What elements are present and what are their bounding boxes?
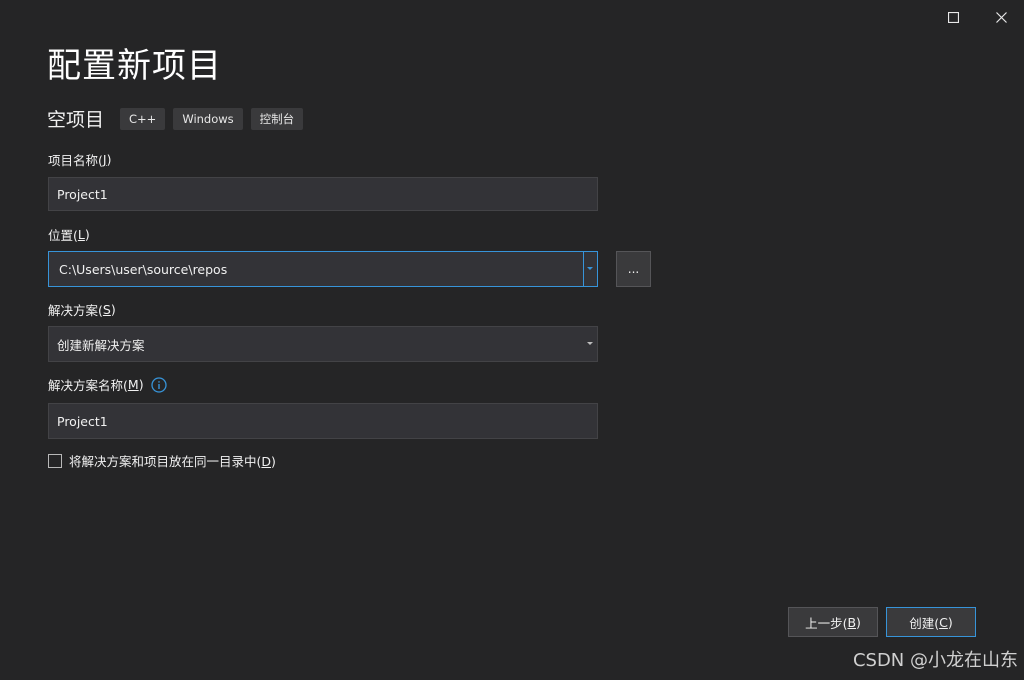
solution-select[interactable]: 创建新解决方案 xyxy=(48,326,598,362)
location-dropdown-button[interactable] xyxy=(583,252,597,286)
tag-language: C++ xyxy=(120,107,166,130)
page-title: 配置新项目 xyxy=(47,46,222,86)
template-info: 空项目 C++ Windows 控制台 xyxy=(47,105,311,132)
same-directory-checkbox[interactable] xyxy=(48,453,62,468)
location-value: C:\Users\user\source\repos xyxy=(59,261,228,277)
same-directory-label: 将解决方案和项目放在同一目录中(D) xyxy=(69,454,276,469)
project-name-label: 项目名称(J) xyxy=(48,152,112,168)
back-button[interactable]: 上一步(B) xyxy=(788,607,878,637)
chevron-down-icon xyxy=(587,267,593,270)
solution-label: 解决方案(S) xyxy=(48,302,116,318)
info-icon[interactable] xyxy=(150,376,167,393)
solution-dropdown-arrow xyxy=(583,327,597,361)
create-button[interactable]: 创建(C) xyxy=(886,607,976,637)
close-icon xyxy=(995,11,1007,23)
template-name: 空项目 xyxy=(47,109,105,131)
project-name-value: Project1 xyxy=(57,186,108,202)
solution-name-label: 解决方案名称(M) xyxy=(48,375,167,394)
solution-name-value: Project1 xyxy=(57,413,108,429)
watermark: CSDN @小龙在山东 xyxy=(852,650,1018,671)
solution-name-input[interactable]: Project1 xyxy=(48,403,598,439)
project-name-input[interactable]: Project1 xyxy=(48,177,598,211)
solution-selected-value: 创建新解决方案 xyxy=(57,337,145,353)
chevron-down-icon xyxy=(587,342,593,345)
maximize-icon xyxy=(947,11,959,23)
location-combobox[interactable]: C:\Users\user\source\repos xyxy=(48,251,598,287)
maximize-button[interactable] xyxy=(930,4,976,30)
close-button[interactable] xyxy=(978,4,1024,30)
tag-project-type: 控制台 xyxy=(250,107,304,130)
same-directory-option[interactable]: 将解决方案和项目放在同一目录中(D) xyxy=(48,451,276,470)
location-label: 位置(L) xyxy=(48,227,90,243)
browse-button[interactable]: ... xyxy=(616,251,651,287)
tag-platform: Windows xyxy=(173,107,243,130)
